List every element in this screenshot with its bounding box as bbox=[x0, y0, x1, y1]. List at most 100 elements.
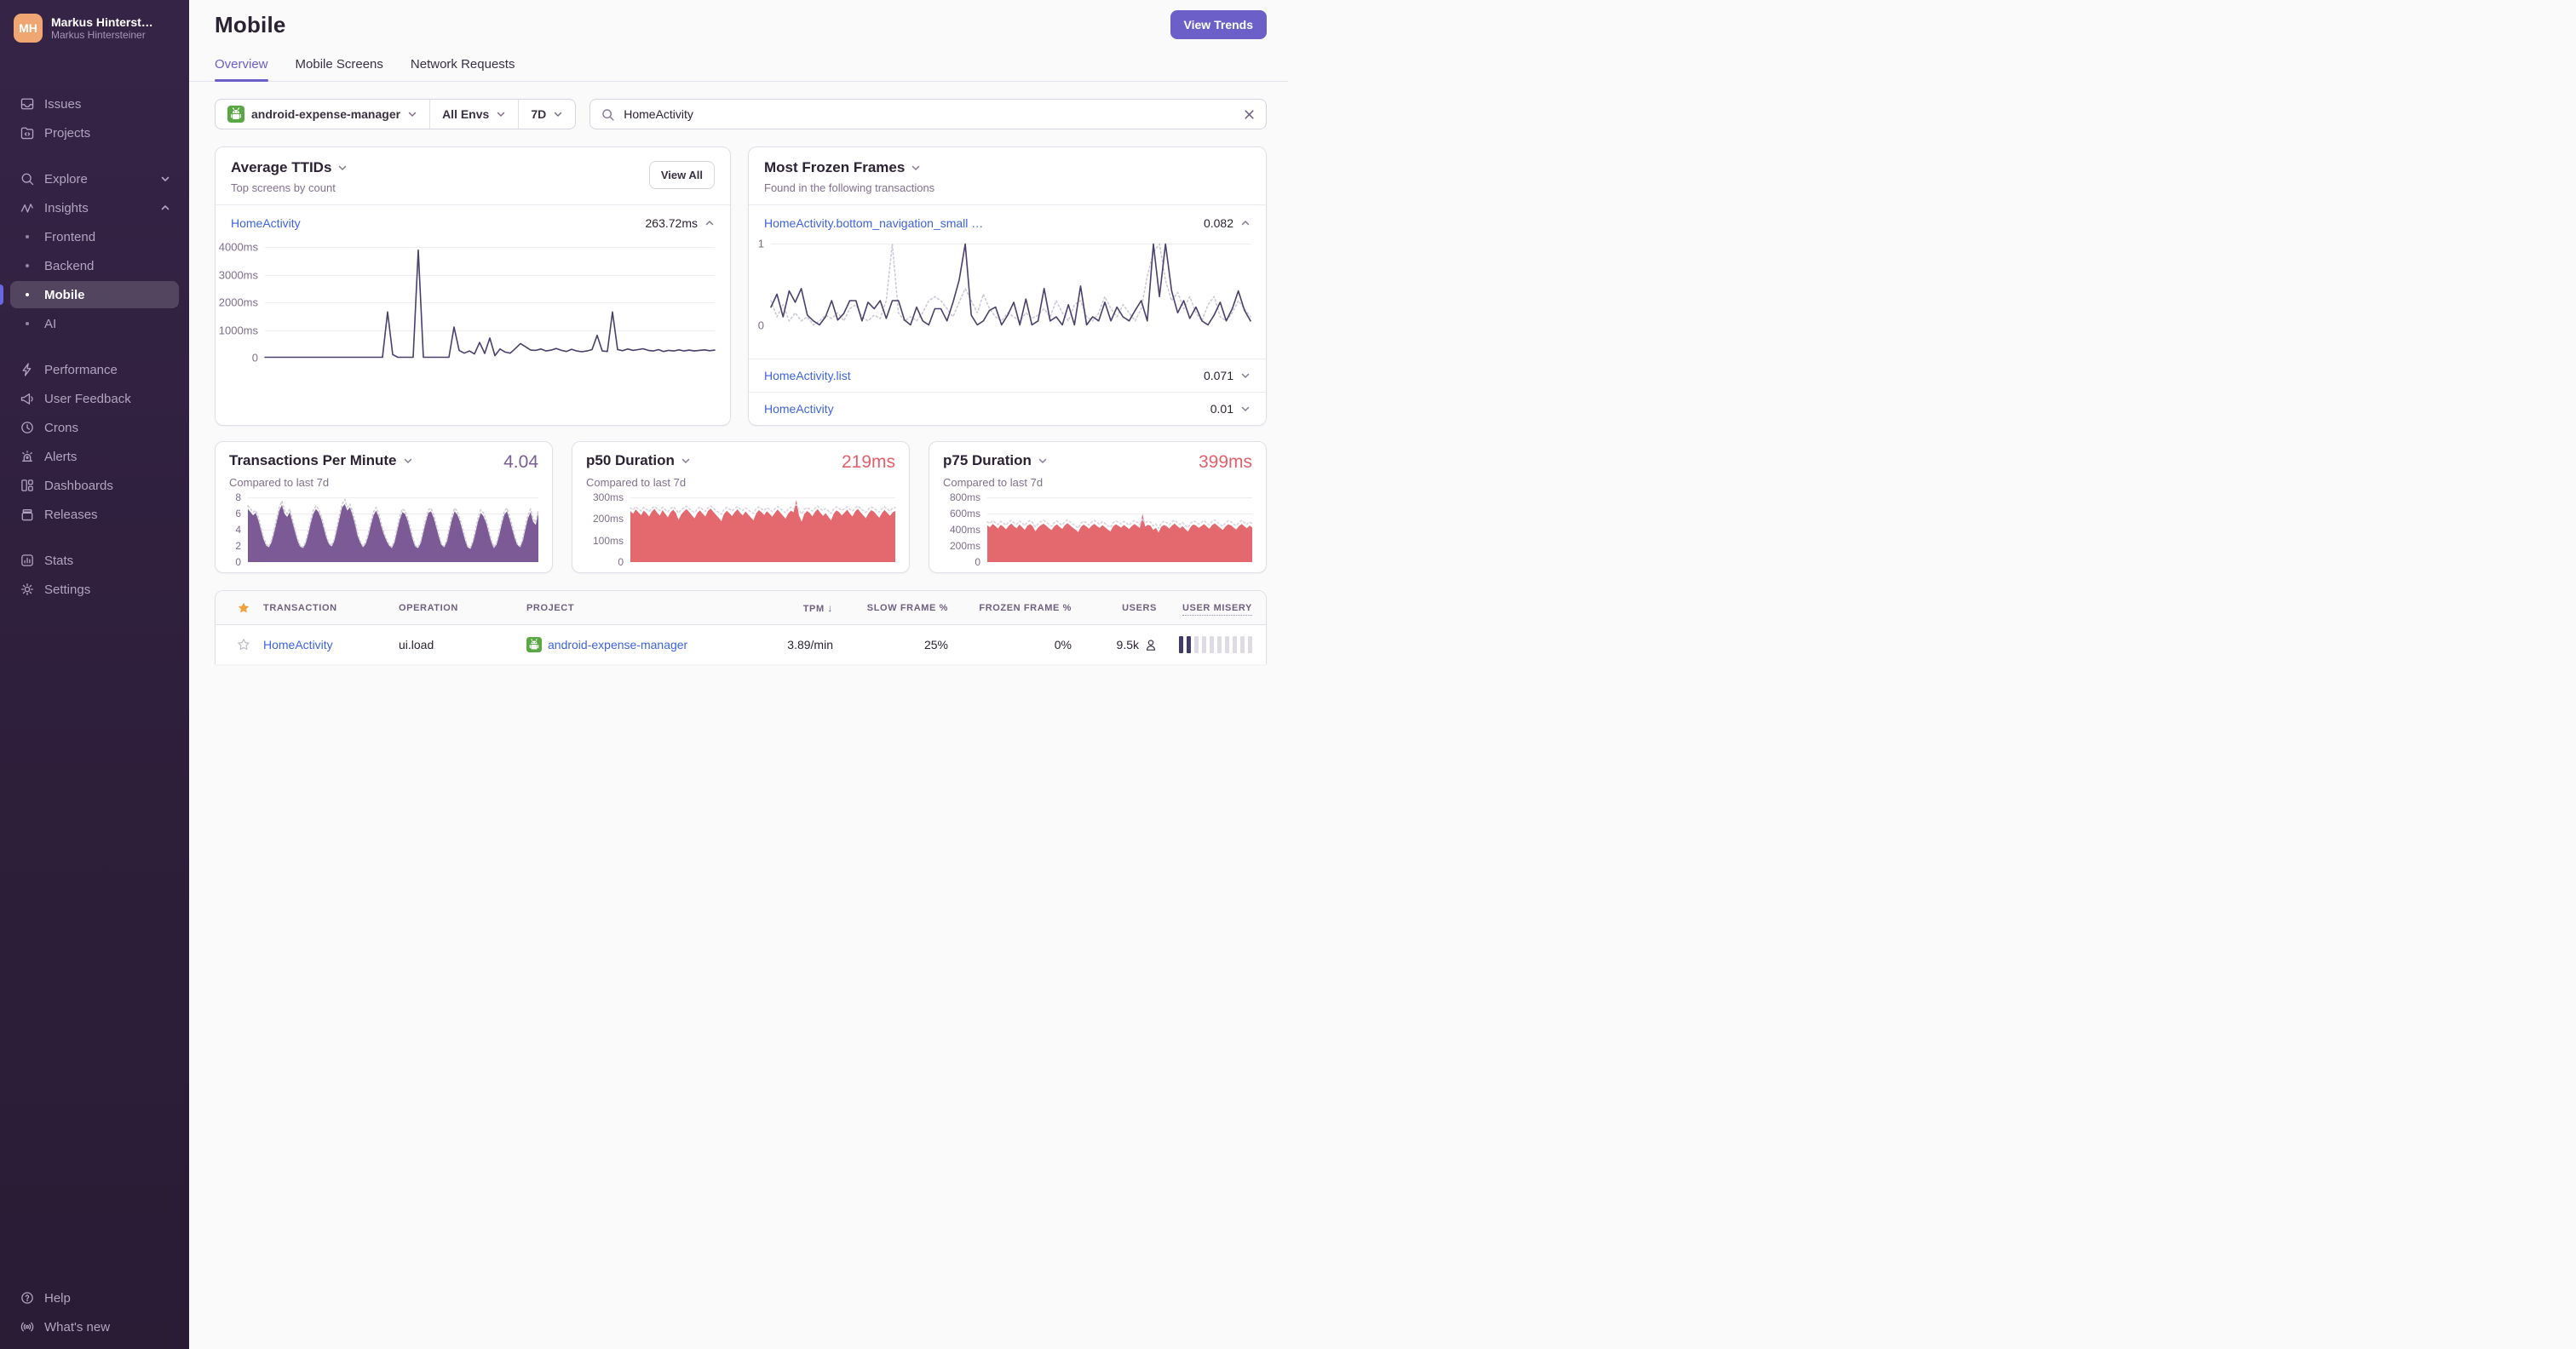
sidebar-item-whats-new[interactable]: What's new bbox=[10, 1313, 179, 1340]
ttid-y-axis: 4000ms 3000ms 2000ms 1000ms 0 bbox=[218, 240, 258, 365]
chevron-up-icon[interactable] bbox=[704, 218, 715, 228]
bullet-icon bbox=[19, 228, 36, 245]
p50-subtitle: Compared to last 7d bbox=[586, 476, 687, 489]
sidebar-item-mobile[interactable]: Mobile bbox=[10, 281, 179, 308]
project-cell[interactable]: android-expense-manager bbox=[526, 637, 739, 652]
filter-group: android-expense-manager All Envs 7D bbox=[215, 99, 577, 129]
chevron-down-icon[interactable] bbox=[1240, 404, 1251, 414]
tpm-chart: 86420 bbox=[229, 491, 539, 568]
search-icon bbox=[602, 108, 614, 121]
sidebar-item-alerts[interactable]: Alerts bbox=[10, 443, 179, 470]
bar-chart-icon bbox=[19, 552, 36, 569]
sidebar-item-help[interactable]: Help bbox=[10, 1284, 179, 1312]
tab-bar: Overview Mobile Screens Network Requests bbox=[215, 57, 1267, 82]
most-frozen-frames-title[interactable]: Most Frozen Frames bbox=[764, 159, 921, 176]
sidebar-item-stats[interactable]: Stats bbox=[10, 547, 179, 574]
sidebar-item-dashboards[interactable]: Dashboards bbox=[10, 472, 179, 499]
project-selector[interactable]: android-expense-manager bbox=[216, 100, 429, 129]
header-users[interactable]: USERS bbox=[1072, 603, 1157, 613]
page-header: Mobile View Trends Overview Mobile Scree… bbox=[189, 0, 1288, 82]
sidebar-item-backend[interactable]: Backend bbox=[10, 252, 179, 279]
sidebar-item-insights[interactable]: Insights bbox=[10, 194, 179, 221]
tpm-value: 4.04 bbox=[503, 452, 538, 472]
bullet-icon bbox=[19, 315, 36, 332]
sidebar-item-projects[interactable]: Projects bbox=[10, 119, 179, 146]
gear-icon bbox=[19, 581, 36, 598]
sidebar-item-performance[interactable]: Performance bbox=[10, 356, 179, 383]
header-user-misery[interactable]: USER MISERY bbox=[1157, 602, 1252, 616]
bullet-icon bbox=[19, 257, 36, 274]
transaction-link[interactable]: HomeActivity bbox=[263, 638, 399, 652]
clear-search-icon[interactable] bbox=[1243, 108, 1256, 121]
siren-icon bbox=[19, 448, 36, 465]
frozen-transaction-link[interactable]: HomeActivity bbox=[764, 402, 834, 416]
most-frozen-frames-subtitle: Found in the following transactions bbox=[764, 181, 935, 194]
sidebar-item-explore[interactable]: Explore bbox=[10, 165, 179, 192]
ttid-chart: 4000ms 3000ms 2000ms 1000ms 0 bbox=[216, 240, 716, 365]
p75-title[interactable]: p75 Duration bbox=[943, 452, 1048, 469]
p75-plot bbox=[986, 497, 1253, 562]
header-operation[interactable]: OPERATION bbox=[399, 603, 526, 613]
star-header-icon[interactable] bbox=[224, 601, 263, 615]
table-header: TRANSACTION OPERATION PROJECT TPM ↓ SLOW… bbox=[216, 591, 1266, 625]
sidebar-item-releases[interactable]: Releases bbox=[10, 501, 179, 528]
header-tpm[interactable]: TPM ↓ bbox=[739, 602, 833, 614]
frozen-plot bbox=[770, 243, 1251, 326]
frozen-value: 0.082 bbox=[1203, 216, 1233, 230]
chevron-down-icon bbox=[408, 112, 417, 118]
frozen-frame-cell: 0% bbox=[1054, 638, 1072, 652]
header-project[interactable]: PROJECT bbox=[526, 603, 739, 613]
sidebar-item-issues[interactable]: Issues bbox=[10, 90, 179, 118]
tpm-y-axis: 86420 bbox=[235, 491, 241, 568]
lightning-icon bbox=[19, 361, 36, 378]
header-frozen-frame[interactable]: FROZEN FRAME % bbox=[948, 603, 1072, 613]
ttid-value: 263.72ms bbox=[645, 216, 698, 230]
header-transaction[interactable]: TRANSACTION bbox=[263, 603, 399, 613]
ttid-transaction-link[interactable]: HomeActivity bbox=[231, 216, 301, 230]
tab-network-requests[interactable]: Network Requests bbox=[411, 57, 515, 81]
sidebar-item-frontend[interactable]: Frontend bbox=[10, 223, 179, 250]
search-input[interactable] bbox=[624, 107, 1234, 121]
chevron-down-icon bbox=[404, 458, 411, 464]
env-selector[interactable]: All Envs bbox=[430, 100, 518, 129]
view-trends-button[interactable]: View Trends bbox=[1170, 10, 1267, 39]
header-slow-frame[interactable]: SLOW FRAME % bbox=[833, 603, 948, 613]
user-menu[interactable]: MH Markus Hinterst… Markus Hintersteiner bbox=[10, 14, 179, 43]
p75-value: 399ms bbox=[1198, 452, 1252, 472]
filter-bar: android-expense-manager All Envs 7D bbox=[215, 99, 1267, 129]
p50-value: 219ms bbox=[841, 452, 895, 472]
frozen-transaction-link[interactable]: HomeActivity.list bbox=[764, 369, 851, 382]
average-ttids-card: Average TTIDs Top screens by count View … bbox=[215, 146, 731, 426]
megaphone-icon bbox=[19, 390, 36, 407]
p50-y-axis: 300ms 200ms 100ms 0 bbox=[592, 491, 624, 568]
projects-icon bbox=[19, 124, 36, 141]
user-name: Markus Hinterst… bbox=[51, 15, 153, 29]
tab-mobile-screens[interactable]: Mobile Screens bbox=[296, 57, 383, 81]
operation-cell: ui.load bbox=[399, 638, 434, 652]
chevron-up-icon[interactable] bbox=[1240, 218, 1251, 228]
sort-desc-icon: ↓ bbox=[827, 601, 833, 614]
p75-duration-card: p75 Duration 399ms Compared to last 7d 8… bbox=[929, 441, 1267, 573]
chevron-down-icon[interactable] bbox=[1240, 370, 1251, 381]
view-all-button[interactable]: View All bbox=[648, 161, 715, 189]
issues-icon bbox=[19, 95, 36, 112]
average-ttids-subtitle: Top screens by count bbox=[231, 181, 336, 194]
tab-overview[interactable]: Overview bbox=[215, 57, 268, 82]
transactions-table: TRANSACTION OPERATION PROJECT TPM ↓ SLOW… bbox=[215, 590, 1267, 664]
p50-title[interactable]: p50 Duration bbox=[586, 452, 691, 469]
bullet-icon bbox=[19, 286, 36, 303]
sidebar-item-settings[interactable]: Settings bbox=[10, 576, 179, 603]
average-ttids-title[interactable]: Average TTIDs bbox=[231, 159, 348, 176]
sidebar-item-ai[interactable]: AI bbox=[10, 310, 179, 337]
avatar: MH bbox=[14, 14, 43, 43]
period-selector[interactable]: 7D bbox=[519, 100, 575, 129]
sidebar-item-crons[interactable]: Crons bbox=[10, 414, 179, 441]
chevron-down-icon bbox=[681, 458, 690, 464]
frozen-transaction-link[interactable]: HomeActivity.bottom_navigation_small … bbox=[764, 216, 983, 230]
tpm-title[interactable]: Transactions Per Minute bbox=[229, 452, 413, 469]
tpm-subtitle: Compared to last 7d bbox=[229, 476, 330, 489]
broadcast-icon bbox=[19, 1318, 36, 1335]
star-icon[interactable] bbox=[224, 638, 263, 652]
table-row[interactable]: HomeActivity ui.load android-expense-man… bbox=[216, 625, 1266, 664]
sidebar-item-user-feedback[interactable]: User Feedback bbox=[10, 385, 179, 412]
